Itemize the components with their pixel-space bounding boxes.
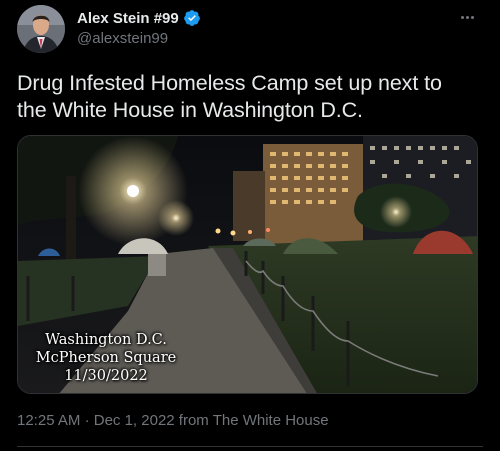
tweet-card: Alex Stein #99 @alexstein99 Drug Infeste…	[0, 0, 500, 451]
caption-line: 11/30/2022	[64, 368, 148, 384]
author-handle[interactable]: @alexstein99	[77, 30, 168, 47]
caption-line: Washington D.C.	[45, 332, 167, 348]
more-dot-icon	[465, 15, 469, 19]
verified-badge-icon	[183, 10, 200, 26]
tweet-date[interactable]: Dec 1, 2022	[94, 412, 175, 429]
more-dot-icon	[470, 15, 474, 19]
video-caption: Washington D.C. McPherson Square 11/30/2…	[18, 331, 194, 385]
from-label: from	[178, 412, 209, 429]
tweet-source-link[interactable]: The White House	[213, 412, 329, 429]
avatar-man-suit-icon	[17, 5, 65, 53]
avatar[interactable]	[17, 5, 65, 53]
tweet-meta: 12:25 AM · Dec 1, 2022 from The White Ho…	[17, 412, 329, 429]
tweet-text-line: Drug Infested Homeless Camp set up next …	[17, 71, 442, 95]
tweet-media-image[interactable]: Washington D.C. McPherson Square 11/30/2…	[17, 135, 478, 394]
tweet-text-line: the White House in Washington D.C.	[17, 98, 363, 122]
more-dot-icon	[460, 15, 464, 19]
tweet-time[interactable]: 12:25 AM	[17, 412, 80, 429]
author-display-name[interactable]: Alex Stein #99	[77, 10, 179, 27]
divider	[17, 446, 483, 447]
meta-separator: ·	[84, 412, 90, 429]
author-name-row: Alex Stein #99	[77, 9, 201, 27]
more-options-button[interactable]	[456, 6, 478, 28]
tweet-text: Drug Infested Homeless Camp set up next …	[17, 70, 487, 124]
caption-line: McPherson Square	[35, 350, 177, 366]
